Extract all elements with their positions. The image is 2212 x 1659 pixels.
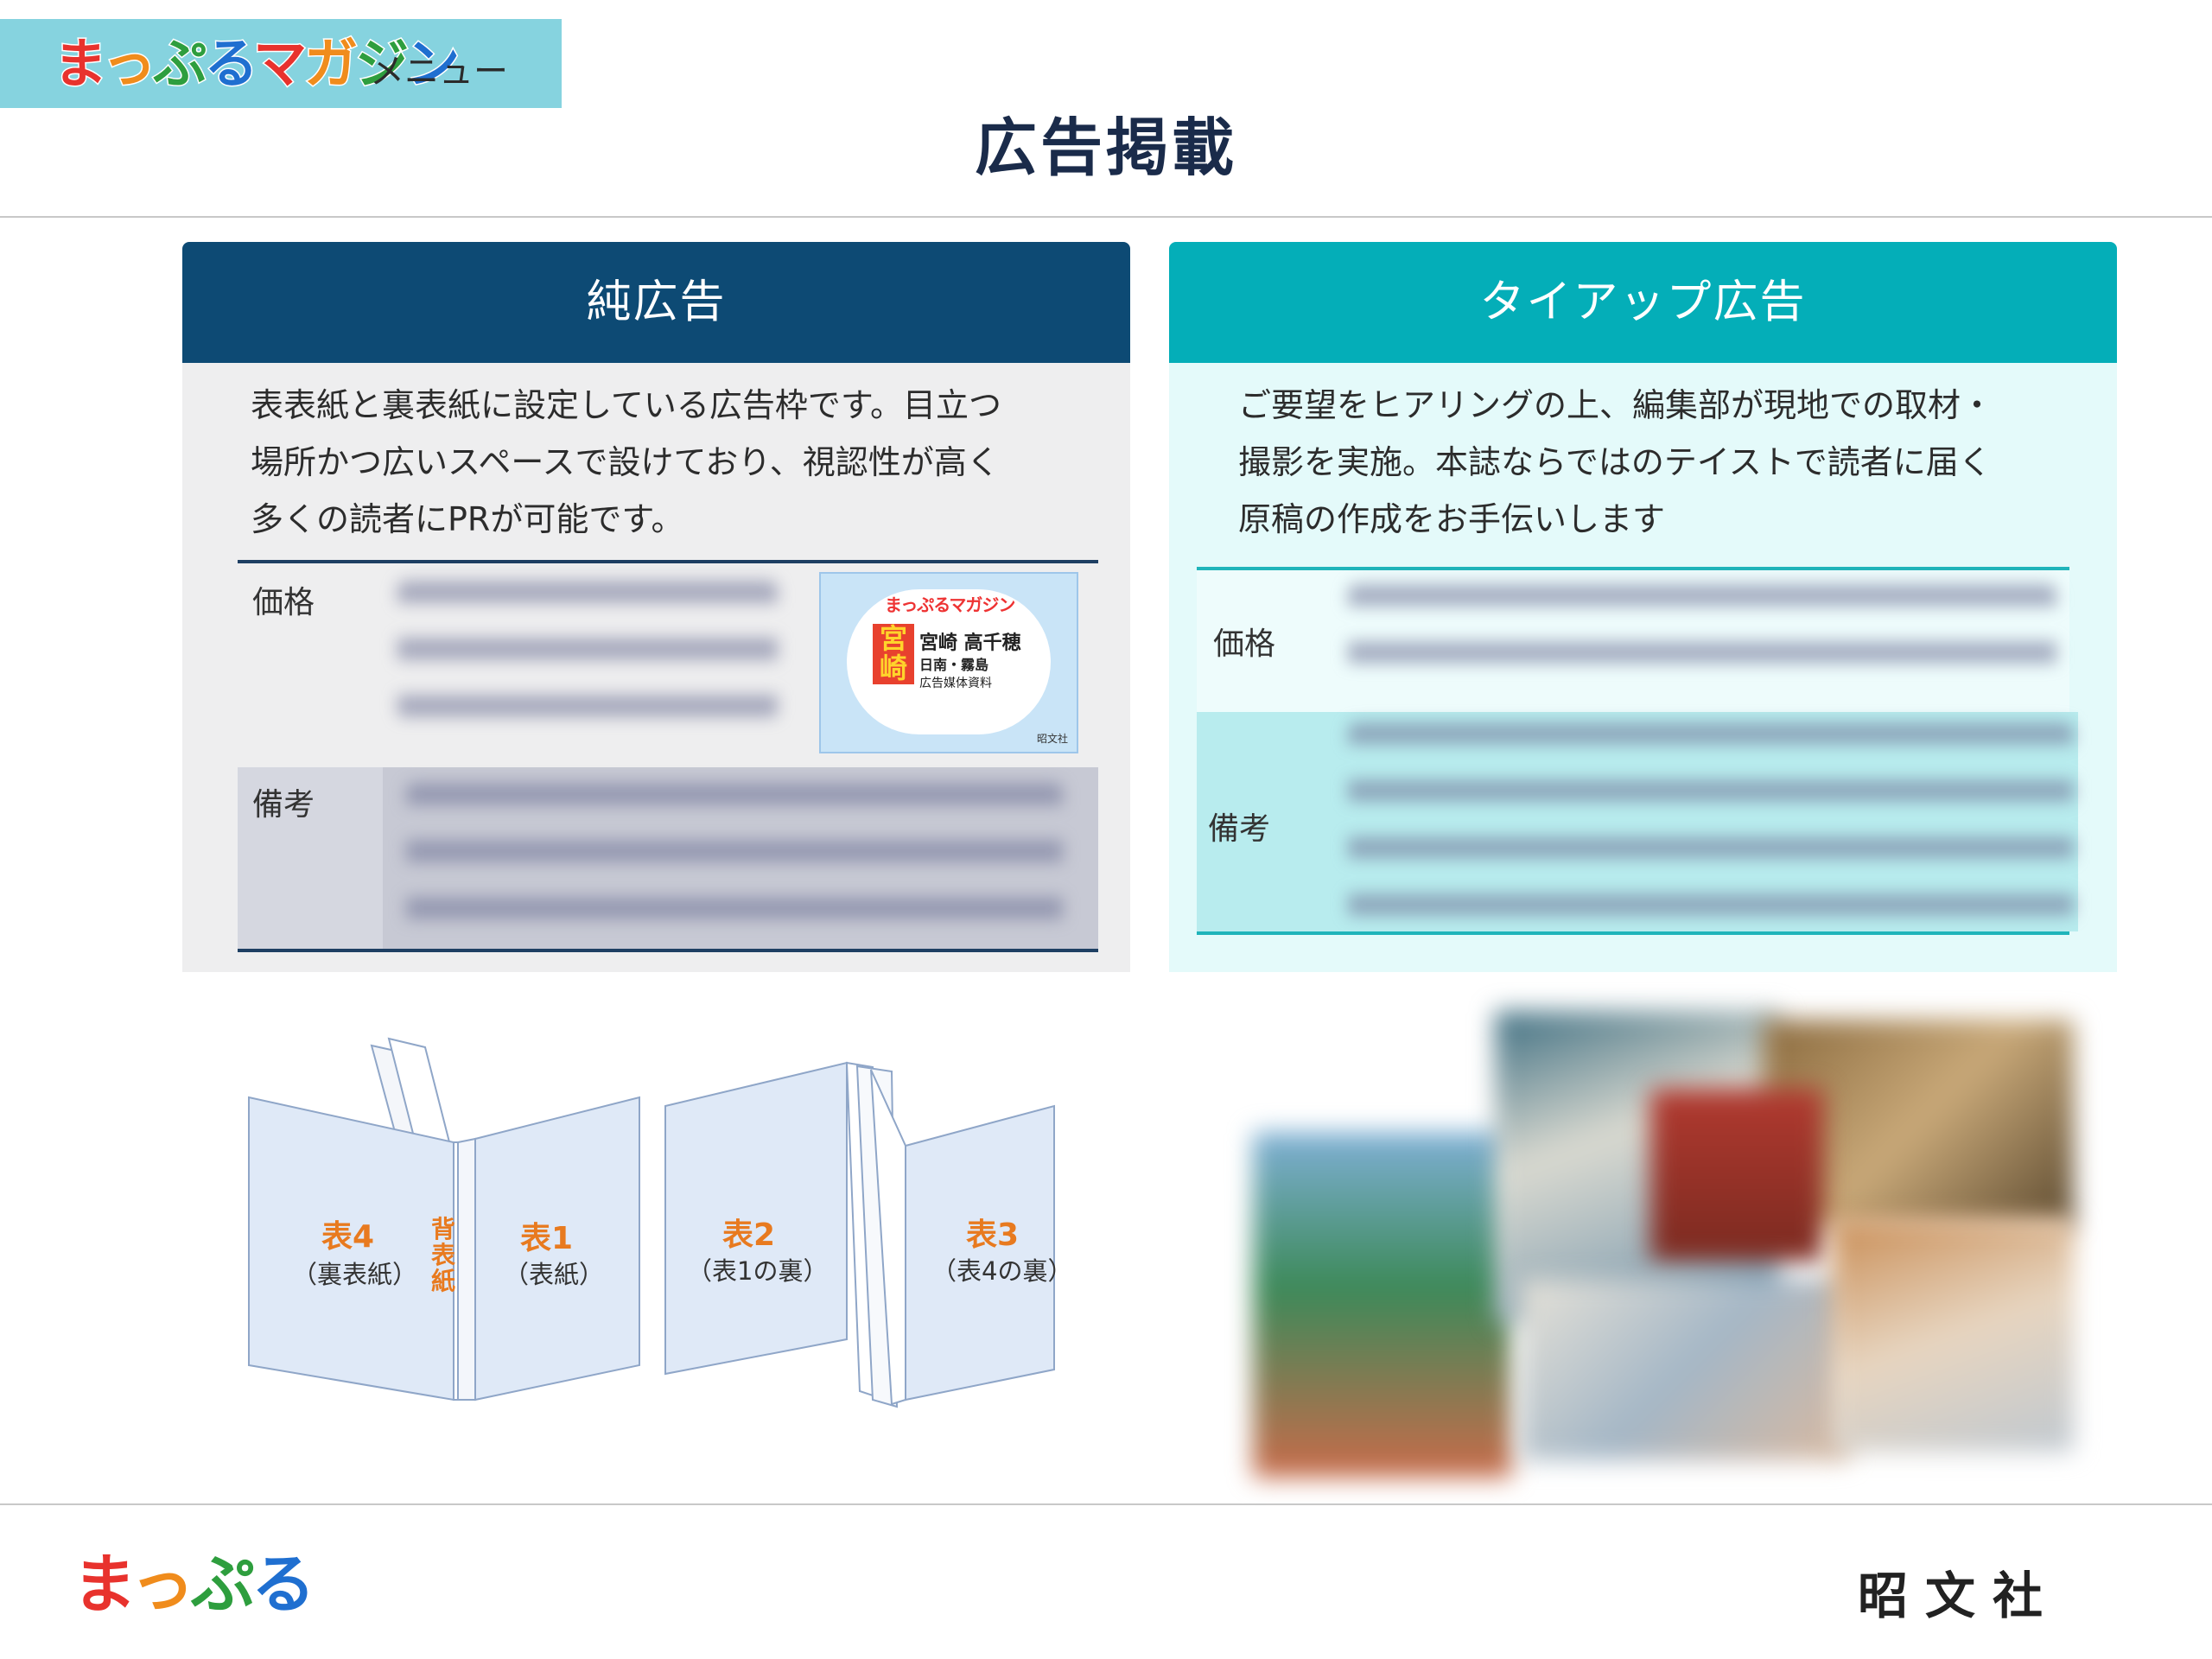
- table-bottom-rule: [1197, 931, 2069, 935]
- menu-link[interactable]: メニュー: [370, 43, 508, 93]
- logo-char: マ: [252, 31, 308, 97]
- thumbnail-line: 宮崎 高千穂: [919, 632, 1021, 654]
- cover1-sub: （表紙）: [504, 1260, 605, 1289]
- notes-label: 備考: [1208, 811, 1271, 847]
- spine-char: 紙: [430, 1267, 455, 1295]
- tieup-sample-collage: [1236, 1002, 2082, 1486]
- logo-char: ぷ: [152, 31, 208, 97]
- table-top-rule: [238, 560, 1098, 563]
- thumbnail-line: 広告媒体資料: [919, 677, 992, 690]
- description-line: 多くの読者にPRが可能です。: [251, 500, 684, 538]
- tieup-ad-heading: タイアップ広告: [1169, 242, 2117, 363]
- footer-divider: [0, 1503, 2212, 1505]
- spine-char: 表: [430, 1241, 455, 1269]
- thumbnail-logo: まっぷるマガジン: [885, 594, 1015, 615]
- cover2-sub: （表1の裏）: [687, 1256, 829, 1286]
- cover3-sub: （表4の裏）: [931, 1256, 1073, 1286]
- sample-page-image: [1253, 1132, 1512, 1478]
- description-line: 表表紙と裏表紙に設定している広告枠です。目立つ: [251, 386, 1002, 424]
- mapple-logo[interactable]: まっぷる: [71, 1543, 317, 1626]
- header-divider: [0, 216, 2212, 218]
- cover4-sub: （裏表紙）: [292, 1260, 418, 1289]
- description-line: 原稿の作成をお手伝いします: [1238, 500, 1666, 538]
- logo-char: ま: [71, 1546, 136, 1624]
- logo-char: ま: [53, 31, 106, 97]
- pure-ad-heading: 純広告: [182, 242, 1130, 363]
- logo-char: っ: [129, 1546, 196, 1624]
- table-bottom-rule: [238, 949, 1098, 952]
- cover4-label: 表4: [321, 1219, 375, 1255]
- spine-char: 背: [430, 1215, 455, 1243]
- sample-page-image: [1650, 1089, 1823, 1262]
- logo-char: ぷ: [189, 1546, 257, 1624]
- price-label: 価格: [252, 585, 315, 620]
- description-line: 場所かつ広いスペースで設けており、視認性が高く: [251, 443, 1000, 481]
- media-kit-thumbnail: まっぷるマガジン 宮崎 宮崎 高千穂 日南・霧島 広告媒体資料 昭文社: [819, 572, 1078, 753]
- logo-char: っ: [101, 31, 157, 97]
- page-title: 広告掲載: [974, 111, 1237, 184]
- thumbnail-city-badge: 宮崎: [873, 624, 914, 684]
- logo-char: る: [203, 31, 257, 97]
- notes-label: 備考: [252, 787, 315, 823]
- redacted-price: [1348, 584, 2056, 696]
- redacted-notes: [406, 783, 1063, 942]
- sample-page-image: [1832, 1218, 2074, 1452]
- thumbnail-line: 日南・霧島: [919, 657, 989, 673]
- description-line: ご要望をヒアリングの上、編集部が現地での取材・: [1238, 386, 1994, 424]
- cover3-label: 表3: [966, 1217, 1020, 1253]
- tieup-ad-description: ご要望をヒアリングの上、編集部が現地での取材・ 撮影を実施。本誌ならではのテイス…: [1238, 377, 1993, 548]
- logo-char: る: [250, 1546, 317, 1624]
- description-line: 撮影を実施。本誌ならではのテイストで読者に届く: [1238, 443, 1992, 481]
- spine-label: 背 表 紙: [430, 1217, 456, 1294]
- logo-char: ガ: [303, 31, 359, 97]
- pure-ad-description: 表表紙と裏表紙に設定している広告枠です。目立つ 場所かつ広いスペースで設けており…: [251, 377, 1001, 548]
- publisher-name: 昭文社: [1858, 1567, 2061, 1625]
- redacted-price: [397, 581, 778, 719]
- redacted-notes: [1348, 722, 2074, 921]
- cover2-label: 表2: [722, 1217, 776, 1253]
- price-label: 価格: [1213, 626, 1276, 662]
- thumbnail-publisher: 昭文社: [1037, 733, 1069, 745]
- sample-page-image: [1521, 1279, 1849, 1460]
- cover1-label: 表1: [520, 1221, 574, 1256]
